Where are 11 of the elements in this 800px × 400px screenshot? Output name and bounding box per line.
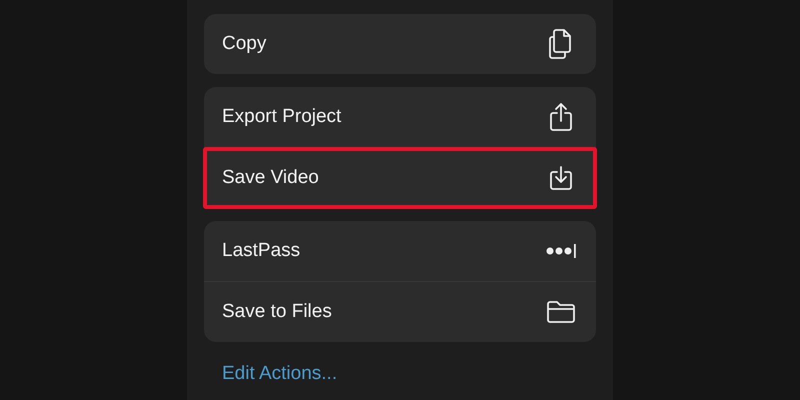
dots-icon — [546, 244, 576, 258]
menu-item[interactable]: Copy — [204, 14, 596, 74]
menu-item[interactable]: Export Project — [204, 87, 596, 147]
download-icon — [549, 165, 573, 191]
edit-actions-link[interactable]: Edit Actions... — [222, 363, 338, 385]
menu-item[interactable]: LastPass — [204, 221, 596, 281]
share-icon — [549, 102, 573, 132]
copy-icon — [548, 28, 574, 60]
menu-item[interactable]: Save to Files — [204, 282, 596, 342]
menu-item[interactable]: Save Video — [204, 148, 596, 208]
folder-icon — [546, 300, 576, 324]
